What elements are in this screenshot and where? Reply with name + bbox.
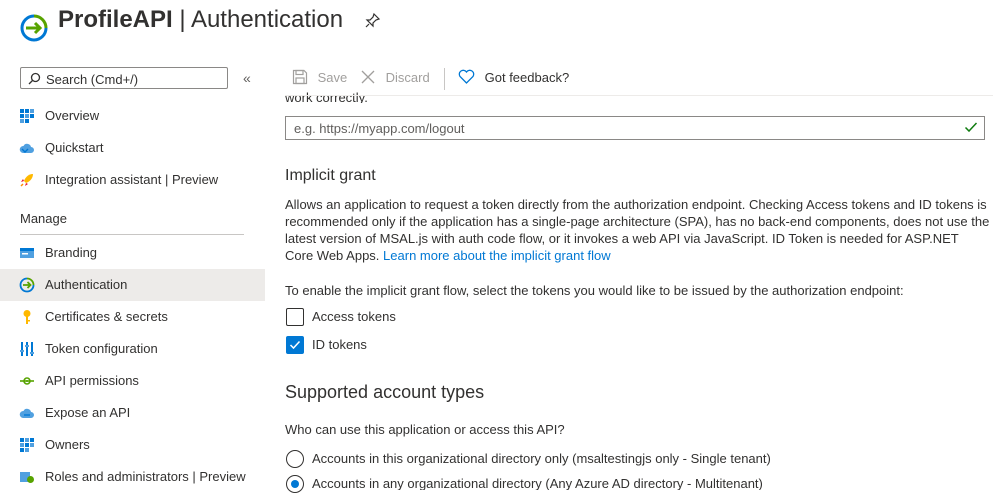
logout-url-placeholder: e.g. https://myapp.com/logout [294, 121, 465, 136]
sidebar-item-overview[interactable]: Overview [0, 100, 265, 132]
logout-url-input[interactable]: e.g. https://myapp.com/logout [285, 116, 985, 140]
app-logo-icon [20, 14, 48, 42]
close-icon [361, 70, 375, 84]
sidebar-item-api-permissions[interactable]: API permissions [0, 365, 265, 397]
title-separator: | [172, 6, 191, 33]
section-divider [20, 234, 244, 235]
roles-icon [20, 472, 34, 483]
sidebar-item-label: Overview [45, 108, 100, 123]
supported-account-types-heading: Supported account types [285, 382, 485, 402]
sidebar-item-integration-assistant[interactable]: Integration assistant | Preview [0, 164, 265, 196]
grid-icon [20, 438, 34, 452]
page-title: ProfileAPI | Authentication [58, 6, 343, 34]
sidebar-item-roles-and-administrators[interactable]: Roles and administrators | Preview [0, 461, 265, 493]
app-name: ProfileAPI [58, 6, 173, 33]
multitenant-radio[interactable] [286, 475, 304, 493]
implicit-grant-prompt: To enable the implicit grant flow, selec… [285, 283, 904, 298]
id-tokens-checkbox[interactable] [286, 336, 304, 354]
implicit-grant-heading: Implicit grant [285, 167, 376, 184]
single-tenant-radio[interactable] [286, 450, 304, 468]
feedback-label: Got feedback? [484, 70, 570, 85]
key-icon [23, 310, 31, 324]
sidebar-section-manage: Manage [20, 211, 67, 226]
checkmark-icon [289, 340, 301, 350]
discard-label: Discard [385, 70, 430, 85]
check-icon [964, 122, 978, 133]
card-icon [20, 248, 34, 258]
sidebar-item-label: Certificates & secrets [45, 309, 168, 324]
implicit-grant-description: Allows an application to request a token… [285, 196, 990, 264]
access-tokens-checkbox[interactable] [286, 308, 304, 326]
collapse-sidebar-button[interactable]: « [243, 70, 251, 86]
toolbar-divider [444, 68, 445, 90]
save-button[interactable]: Save [292, 69, 347, 85]
single-tenant-label: Accounts in this organizational director… [312, 451, 771, 466]
cloud-icon [19, 408, 34, 418]
multitenant-label: Accounts in any organizational directory… [312, 476, 763, 490]
sliders-icon [20, 342, 34, 356]
sidebar-item-quickstart[interactable]: Quickstart [0, 132, 265, 164]
sidebar-item-label: Quickstart [45, 140, 104, 155]
clipped-text: work correctly. [285, 91, 368, 103]
discard-button[interactable]: Discard [360, 69, 430, 85]
heart-icon [458, 69, 475, 84]
search-icon [28, 72, 41, 85]
sidebar-item-label: Expose an API [45, 405, 131, 420]
cloud-icon [19, 143, 34, 153]
sidebar-item-label: Integration assistant | Preview [45, 172, 219, 187]
account-types-question: Who can use this application or access t… [285, 422, 565, 437]
sidebar-item-authentication[interactable]: Authentication [0, 269, 265, 301]
save-label: Save [317, 70, 348, 85]
sidebar-item-label: API permissions [45, 373, 139, 388]
sidebar-item-expose-an-api[interactable]: Expose an API [0, 397, 265, 429]
sidebar-item-branding[interactable]: Branding [0, 237, 265, 269]
clipped-text-content: work correctly. [285, 91, 368, 103]
access-tokens-label: Access tokens [312, 309, 396, 324]
sidebar-item-label: Branding [45, 245, 98, 260]
auth-arrow-icon [19, 277, 35, 293]
sidebar-item-label: Token configuration [45, 341, 158, 356]
id-tokens-label: ID tokens [312, 337, 367, 352]
api-icon [20, 377, 34, 385]
search-placeholder: Search (Cmd+/) [46, 72, 139, 87]
learn-more-link[interactable]: Learn more about the implicit grant flow [383, 248, 611, 263]
save-icon [292, 69, 308, 85]
page-name: Authentication [190, 6, 344, 33]
sidebar-item-label: Owners [45, 437, 90, 452]
sidebar-item-token-configuration[interactable]: Token configuration [0, 333, 265, 365]
sidebar-item-owners[interactable]: Owners [0, 429, 265, 461]
sidebar-item-label: Roles and administrators | Preview [45, 469, 246, 484]
rocket-icon [20, 174, 33, 187]
feedback-button[interactable]: Got feedback? [458, 69, 569, 85]
toolbar-underline [285, 95, 993, 96]
sidebar-item-certificates[interactable]: Certificates & secrets [0, 301, 265, 333]
sidebar-item-label: Authentication [45, 277, 128, 292]
grid-icon [20, 109, 34, 123]
pin-icon[interactable] [365, 12, 381, 28]
search-input[interactable]: Search (Cmd+/) [20, 67, 228, 89]
